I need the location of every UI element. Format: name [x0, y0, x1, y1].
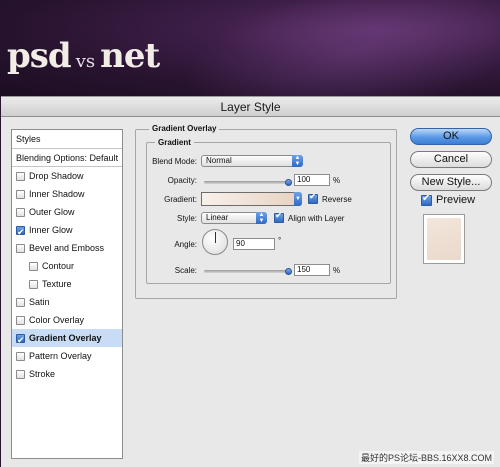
opacity-slider-thumb[interactable]	[285, 179, 292, 186]
angle-label: Angle:	[174, 240, 197, 249]
stroke-checkbox[interactable]	[16, 369, 25, 379]
chevron-updown-icon: ▲ ▼	[256, 212, 267, 224]
preview-checkbox[interactable]	[421, 193, 432, 206]
opacity-input[interactable]: 100	[294, 174, 330, 186]
opacity-unit: %	[333, 176, 341, 185]
style-item-label: Satin	[29, 297, 50, 307]
gradient-overlay-checkbox[interactable]	[16, 332, 25, 350]
ok-button[interactable]: OK	[410, 128, 492, 145]
dialog-title[interactable]: Layer Style	[1, 97, 500, 117]
angle-dial-needle	[215, 232, 216, 243]
styles-header[interactable]: Styles	[12, 130, 122, 149]
site-banner: psd vs net	[0, 0, 500, 156]
style-label: Style:	[176, 214, 197, 223]
preview-swatch	[423, 214, 465, 264]
style-item-stroke[interactable]: Stroke	[12, 365, 122, 383]
group-title: Gradient	[155, 138, 194, 147]
gradient-dropdown[interactable]: ▼	[294, 192, 302, 206]
scale-label: Scale:	[174, 266, 197, 275]
gradient-picker[interactable]	[201, 192, 295, 206]
outer-glow-checkbox[interactable]	[16, 207, 25, 217]
blend-mode-value: Normal	[206, 156, 232, 165]
blend-mode-select[interactable]: Normal ▲ ▼	[201, 155, 303, 167]
scale-input[interactable]: 150	[294, 264, 330, 276]
contour-checkbox[interactable]	[29, 261, 38, 271]
style-item-pattern-overlay[interactable]: Pattern Overlay	[12, 347, 122, 365]
chevron-down-icon: ▼	[294, 192, 302, 206]
style-item-label: Outer Glow	[29, 207, 75, 217]
style-item-inner-shadow[interactable]: Inner Shadow	[12, 185, 122, 203]
style-item-label: Gradient Overlay	[29, 333, 102, 343]
style-item-drop-shadow[interactable]: Drop Shadow	[12, 167, 122, 185]
style-item-label: Inner Glow	[29, 225, 73, 235]
style-item-inner-glow[interactable]: Inner Glow	[12, 221, 122, 242]
style-item-label: Stroke	[29, 369, 56, 379]
style-item-label: Color Overlay	[29, 315, 85, 325]
reverse-label: Reverse	[322, 195, 352, 204]
reverse-checkbox[interactable]	[308, 192, 318, 204]
bevel-emboss-checkbox[interactable]	[16, 243, 25, 253]
angle-unit: °	[278, 236, 282, 245]
align-with-layer-checkbox[interactable]	[274, 211, 284, 223]
style-value: Linear	[206, 213, 229, 222]
angle-input[interactable]: 90	[233, 238, 275, 250]
screenshot: psd vs net Layer Style Styles Blending O…	[0, 0, 500, 467]
opacity-label: Opacity:	[167, 176, 197, 185]
preview-toggle[interactable]: Preview	[421, 193, 476, 206]
cancel-button[interactable]: Cancel	[410, 151, 492, 168]
style-select[interactable]: Linear ▲ ▼	[201, 212, 267, 224]
new-style-button[interactable]: New Style...	[410, 174, 492, 191]
pattern-overlay-checkbox[interactable]	[16, 351, 25, 361]
satin-checkbox[interactable]	[16, 297, 25, 307]
style-item-bevel-emboss[interactable]: Bevel and Emboss	[12, 239, 122, 257]
site-logo[interactable]: psd vs net	[7, 36, 160, 76]
texture-checkbox[interactable]	[29, 279, 38, 289]
blend-mode-label: Blend Mode:	[152, 157, 197, 166]
angle-dial[interactable]	[202, 229, 228, 255]
scale-unit: %	[333, 266, 341, 275]
watermark-text: 最好的PS论坛-BBS.16XX8.COM	[358, 451, 494, 464]
panel-title: Gradient Overlay	[149, 124, 220, 133]
style-item-satin[interactable]: Satin	[12, 293, 122, 311]
align-with-layer-label: Align with Layer	[288, 214, 345, 223]
style-item-label: Bevel and Emboss	[29, 243, 105, 253]
scale-slider-thumb[interactable]	[285, 268, 292, 275]
opacity-slider[interactable]	[204, 181, 291, 184]
chevron-updown-icon: ▲ ▼	[292, 155, 303, 167]
style-item-label: Inner Shadow	[29, 189, 85, 199]
logo-vs: vs	[75, 51, 96, 72]
gradient-label: Gradient:	[164, 195, 197, 204]
preview-swatch-fill	[427, 218, 461, 260]
layer-style-dialog: Layer Style Styles Blending Options: Def…	[1, 96, 500, 467]
logo-psd: psd	[7, 36, 72, 76]
style-item-label: Drop Shadow	[29, 171, 84, 181]
style-item-label: Pattern Overlay	[29, 351, 92, 361]
style-item-gradient-overlay[interactable]: Gradient Overlay	[12, 329, 122, 350]
styles-list: Styles Blending Options: Default Drop Sh…	[11, 129, 123, 459]
style-item-outer-glow[interactable]: Outer Glow	[12, 203, 122, 221]
style-item-color-overlay[interactable]: Color Overlay	[12, 311, 122, 329]
logo-net: net	[100, 36, 160, 76]
style-item-texture[interactable]: Texture	[12, 275, 122, 293]
style-item-label: Texture	[42, 279, 72, 289]
style-item-contour[interactable]: Contour	[12, 257, 122, 275]
drop-shadow-checkbox[interactable]	[16, 171, 25, 181]
inner-glow-checkbox[interactable]	[16, 224, 25, 242]
preview-label: Preview	[436, 194, 476, 206]
blending-options-item[interactable]: Blending Options: Default	[12, 149, 122, 167]
scale-slider[interactable]	[204, 270, 291, 273]
inner-shadow-checkbox[interactable]	[16, 189, 25, 199]
style-item-label: Contour	[42, 261, 75, 271]
color-overlay-checkbox[interactable]	[16, 315, 25, 325]
